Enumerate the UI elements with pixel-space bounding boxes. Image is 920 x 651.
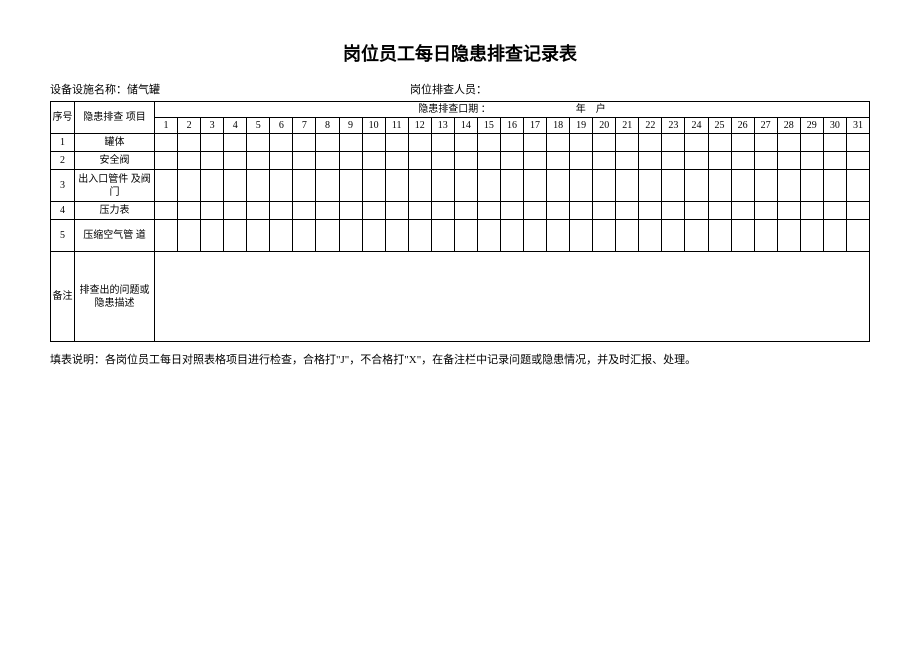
day-header: 17	[524, 118, 547, 134]
header-item: 隐患排查 项目	[75, 102, 155, 134]
day-header: 10	[362, 118, 385, 134]
inspector-name: 岗位排查人员：	[410, 81, 870, 97]
day-header: 1	[155, 118, 178, 134]
day-header: 22	[639, 118, 662, 134]
day-header: 15	[477, 118, 500, 134]
day-header: 8	[316, 118, 339, 134]
day-header: 11	[385, 118, 408, 134]
day-header: 14	[454, 118, 477, 134]
day-header: 28	[777, 118, 800, 134]
item-cell: 罐体	[75, 134, 155, 152]
day-header: 16	[500, 118, 523, 134]
date-label: 隐患排查口期 ：	[418, 104, 491, 115]
remark-row: 备注 排查出的问题或隐患描述	[51, 252, 870, 342]
day-header: 5	[247, 118, 270, 134]
fill-notes: 填表说明：各岗位员工每日对照表格项目进行检查，合格打"J"，不合格打"X"，在备…	[50, 352, 870, 369]
day-header: 13	[431, 118, 454, 134]
inspection-table: 序号 隐患排查 项目 隐患排查口期 ： 年 户 1 2 3 4 5 6 7 8	[50, 101, 870, 342]
table-row: 5 压缩空气管 道	[51, 220, 870, 252]
day-header: 7	[293, 118, 316, 134]
day-header: 24	[685, 118, 708, 134]
day-header: 31	[846, 118, 869, 134]
day-header: 29	[800, 118, 823, 134]
remark-content	[155, 252, 870, 342]
day-header: 19	[570, 118, 593, 134]
day-header: 25	[708, 118, 731, 134]
day-header: 21	[616, 118, 639, 134]
day-header: 9	[339, 118, 362, 134]
seq-cell: 4	[51, 202, 75, 220]
item-cell: 出入口管件 及阀门	[75, 170, 155, 202]
item-cell: 安全阀	[75, 152, 155, 170]
day-header: 23	[662, 118, 685, 134]
day-header: 3	[201, 118, 224, 134]
page-title: 岗位员工每日隐患排查记录表	[50, 40, 870, 66]
day-header: 12	[408, 118, 431, 134]
day-header: 20	[593, 118, 616, 134]
remark-seq: 备注	[51, 252, 75, 342]
header-seq: 序号	[51, 102, 75, 134]
remark-item: 排查出的问题或隐患描述	[75, 252, 155, 342]
header-date: 隐患排查口期 ： 年 户	[155, 102, 870, 118]
seq-cell: 5	[51, 220, 75, 252]
info-row: 设备设施名称：储气罐 岗位排查人员：	[50, 81, 870, 97]
day-header: 6	[270, 118, 293, 134]
header-row-days: 1 2 3 4 5 6 7 8 9 10 11 12 13 14 15 16 1…	[51, 118, 870, 134]
day-header: 30	[823, 118, 846, 134]
day-header: 4	[224, 118, 247, 134]
month-label: 户	[596, 104, 606, 115]
seq-cell: 3	[51, 170, 75, 202]
seq-cell: 2	[51, 152, 75, 170]
seq-cell: 1	[51, 134, 75, 152]
table-row: 3 出入口管件 及阀门	[51, 170, 870, 202]
header-row-1: 序号 隐患排查 项目 隐患排查口期 ： 年 户	[51, 102, 870, 118]
year-label: 年	[576, 104, 586, 115]
equipment-name: 设备设施名称：储气罐	[50, 81, 410, 97]
table-row: 1 罐体	[51, 134, 870, 152]
item-cell: 压缩空气管 道	[75, 220, 155, 252]
day-header: 2	[178, 118, 201, 134]
table-row: 4 压力表	[51, 202, 870, 220]
day-header: 26	[731, 118, 754, 134]
day-header: 18	[547, 118, 570, 134]
table-row: 2 安全阀	[51, 152, 870, 170]
day-header: 27	[754, 118, 777, 134]
item-cell: 压力表	[75, 202, 155, 220]
